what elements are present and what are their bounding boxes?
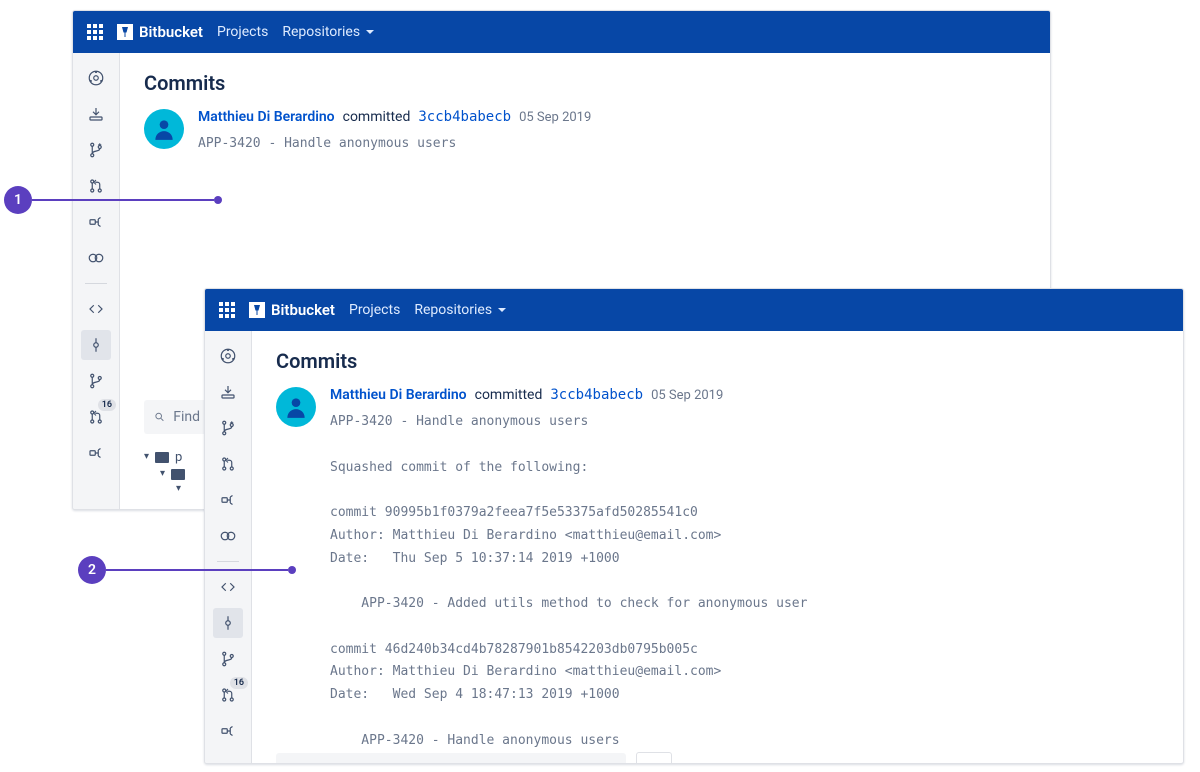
branches-icon[interactable] [81, 366, 111, 396]
commit-header: Matthieu Di Berardino committed 3ccb4bab… [276, 387, 1159, 752]
create-branch-icon[interactable] [81, 135, 111, 165]
app-switcher-icon[interactable] [87, 24, 103, 40]
crumb[interactable]: util [917, 762, 936, 764]
commit-verb: committed [343, 109, 411, 125]
folder-icon [171, 469, 185, 480]
callout-number: 1 [4, 186, 32, 214]
search-icon [286, 763, 300, 764]
source-icon[interactable] [81, 294, 111, 324]
commit-date: 05 Sep 2019 [519, 110, 591, 125]
pull-requests-icon[interactable]: 16 [213, 680, 243, 710]
callout-2: 2 [78, 556, 296, 584]
fork-icon[interactable] [213, 485, 243, 515]
brand-name: Bitbucket [139, 23, 203, 41]
nav-projects[interactable]: Projects [217, 24, 268, 40]
folder-icon [155, 452, 169, 463]
sidebar-divider [85, 283, 107, 284]
nav-repositories[interactable]: Repositories [414, 302, 506, 318]
callout-number: 2 [78, 556, 106, 584]
bitbucket-logo-icon [249, 302, 265, 318]
page-title: Commits [276, 349, 1159, 373]
pull-requests-icon[interactable]: 16 [81, 402, 111, 432]
crumb-file[interactable]: user.js [1038, 762, 1080, 764]
search-icon [154, 410, 165, 424]
commit-author[interactable]: Matthieu Di Berardino [198, 109, 335, 125]
overview-icon[interactable] [81, 63, 111, 93]
commit-hash[interactable]: 3ccb4babecb [550, 387, 643, 403]
overview-icon[interactable] [213, 341, 243, 371]
nav-projects[interactable]: Projects [349, 302, 400, 318]
search-placeholder: Find [173, 409, 200, 425]
crumb[interactable]: frontend [765, 762, 818, 764]
file-status-badge: MODIFIED [1085, 763, 1143, 764]
commit-date: 05 Sep 2019 [651, 388, 723, 403]
crumb[interactable]: prop-types [954, 762, 1020, 764]
clone-icon[interactable] [81, 99, 111, 129]
app-switcher-icon[interactable] [219, 302, 235, 318]
commit-header: Matthieu Di Berardino committed 3ccb4bab… [144, 109, 1026, 156]
avatar[interactable] [144, 109, 184, 149]
crumb[interactable]: src [836, 762, 855, 764]
avatar[interactable] [276, 387, 316, 427]
top-nav: Bitbucket Projects Repositories [205, 289, 1183, 331]
branches-icon[interactable] [213, 644, 243, 674]
tree-label: p [175, 450, 182, 465]
tree-row[interactable]: ▾ [144, 482, 185, 497]
crumb[interactable]: plugins [702, 762, 747, 764]
collapse-button[interactable]: « [636, 752, 672, 764]
compare-icon[interactable] [81, 243, 111, 273]
commit-hash[interactable]: 3ccb4babecb [418, 109, 511, 125]
tree-row[interactable]: ▾ [144, 467, 185, 482]
callout-1: 1 [4, 186, 222, 214]
commit-message: APP-3420 - Handle anonymous users [198, 133, 591, 156]
create-branch-icon[interactable] [213, 413, 243, 443]
top-nav: Bitbucket Projects Repositories [73, 11, 1050, 53]
commits-icon[interactable] [213, 608, 243, 638]
forks-icon[interactable] [81, 438, 111, 468]
commits-icon[interactable] [81, 330, 111, 360]
commit-verb: committed [475, 387, 543, 403]
forks-icon[interactable] [213, 716, 243, 746]
brand[interactable]: Bitbucket [117, 23, 203, 41]
brand[interactable]: Bitbucket [249, 301, 335, 319]
diff-search[interactable]: Find text in diff and context lines [276, 753, 626, 764]
search-placeholder: Find text in diff and context lines [308, 762, 510, 764]
pr-count-badge: 16 [98, 399, 116, 411]
file-tree: ▾p ▾ ▾ [144, 448, 185, 497]
bitbucket-logo-icon [117, 24, 133, 40]
commit-author[interactable]: Matthieu Di Berardino [330, 387, 467, 403]
sidebar: 16 [73, 53, 120, 509]
create-pr-icon[interactable] [213, 449, 243, 479]
clone-icon[interactable] [213, 377, 243, 407]
nav-repositories[interactable]: Repositories [282, 24, 374, 40]
brand-name: Bitbucket [271, 301, 335, 319]
diff-search[interactable]: Find [144, 400, 210, 434]
pr-count-badge: 16 [230, 677, 248, 689]
page-title: Commits [144, 71, 1026, 95]
tree-row[interactable]: ▾p [144, 448, 185, 467]
compare-icon[interactable] [213, 521, 243, 551]
content: Commits Matthieu Di Berardino committed … [252, 331, 1183, 763]
file-breadcrumb: plugins / frontend / src / next / util /… [702, 762, 1143, 764]
window-2: Bitbucket Projects Repositories 16 Commi… [204, 288, 1184, 764]
commit-message-full: APP-3420 - Handle anonymous users Squash… [330, 411, 807, 752]
crumb[interactable]: next [873, 762, 900, 764]
sidebar: 16 [205, 331, 252, 763]
